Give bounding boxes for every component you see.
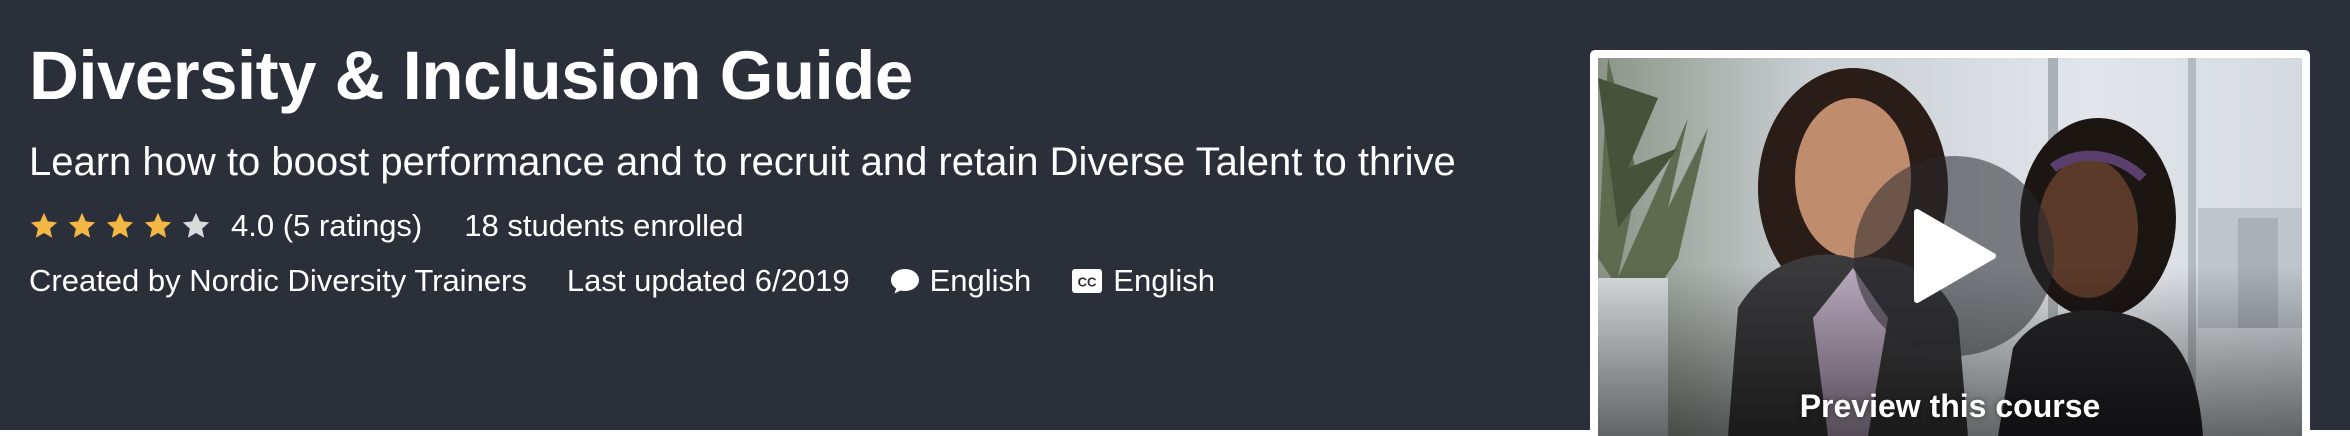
star-rating [29, 211, 211, 241]
course-meta: Created by Nordic Diversity Trainers Las… [29, 260, 1255, 302]
captions-label: English [1113, 263, 1215, 298]
star-icon [106, 212, 134, 238]
preview-image[interactable]: Preview this course [1598, 58, 2302, 436]
course-preview-card[interactable]: Preview this course [1590, 50, 2310, 436]
svg-text:CC: CC [1078, 275, 1097, 290]
speech-bubble-icon [890, 269, 919, 294]
star-icon [30, 212, 58, 238]
star-icon [182, 212, 210, 238]
play-button[interactable] [1854, 156, 2054, 356]
closed-captions-icon: CC [1072, 269, 1103, 293]
course-captions: CC English [1071, 263, 1215, 299]
course-hero: Diversity & Inclusion Guide Learn how to… [0, 0, 2350, 436]
preview-label[interactable]: Preview this course [1598, 388, 2302, 425]
course-language: English [890, 263, 1032, 299]
star-icon [68, 212, 96, 238]
students-enrolled: 18 students enrolled [464, 208, 744, 243]
course-title: Diversity & Inclusion Guide [29, 37, 913, 114]
course-subtitle: Learn how to boost performance and to re… [29, 140, 1456, 184]
language-label: English [929, 263, 1032, 298]
rating-label[interactable]: 4.0 (5 ratings) [231, 208, 422, 244]
created-by[interactable]: Created by Nordic Diversity Trainers [29, 263, 527, 299]
last-updated: Last updated 6/2019 [566, 263, 850, 298]
play-icon [1914, 209, 1996, 303]
rating-row: 4.0 (5 ratings) 18 students enrolled [29, 206, 743, 246]
star-icon [144, 212, 172, 238]
